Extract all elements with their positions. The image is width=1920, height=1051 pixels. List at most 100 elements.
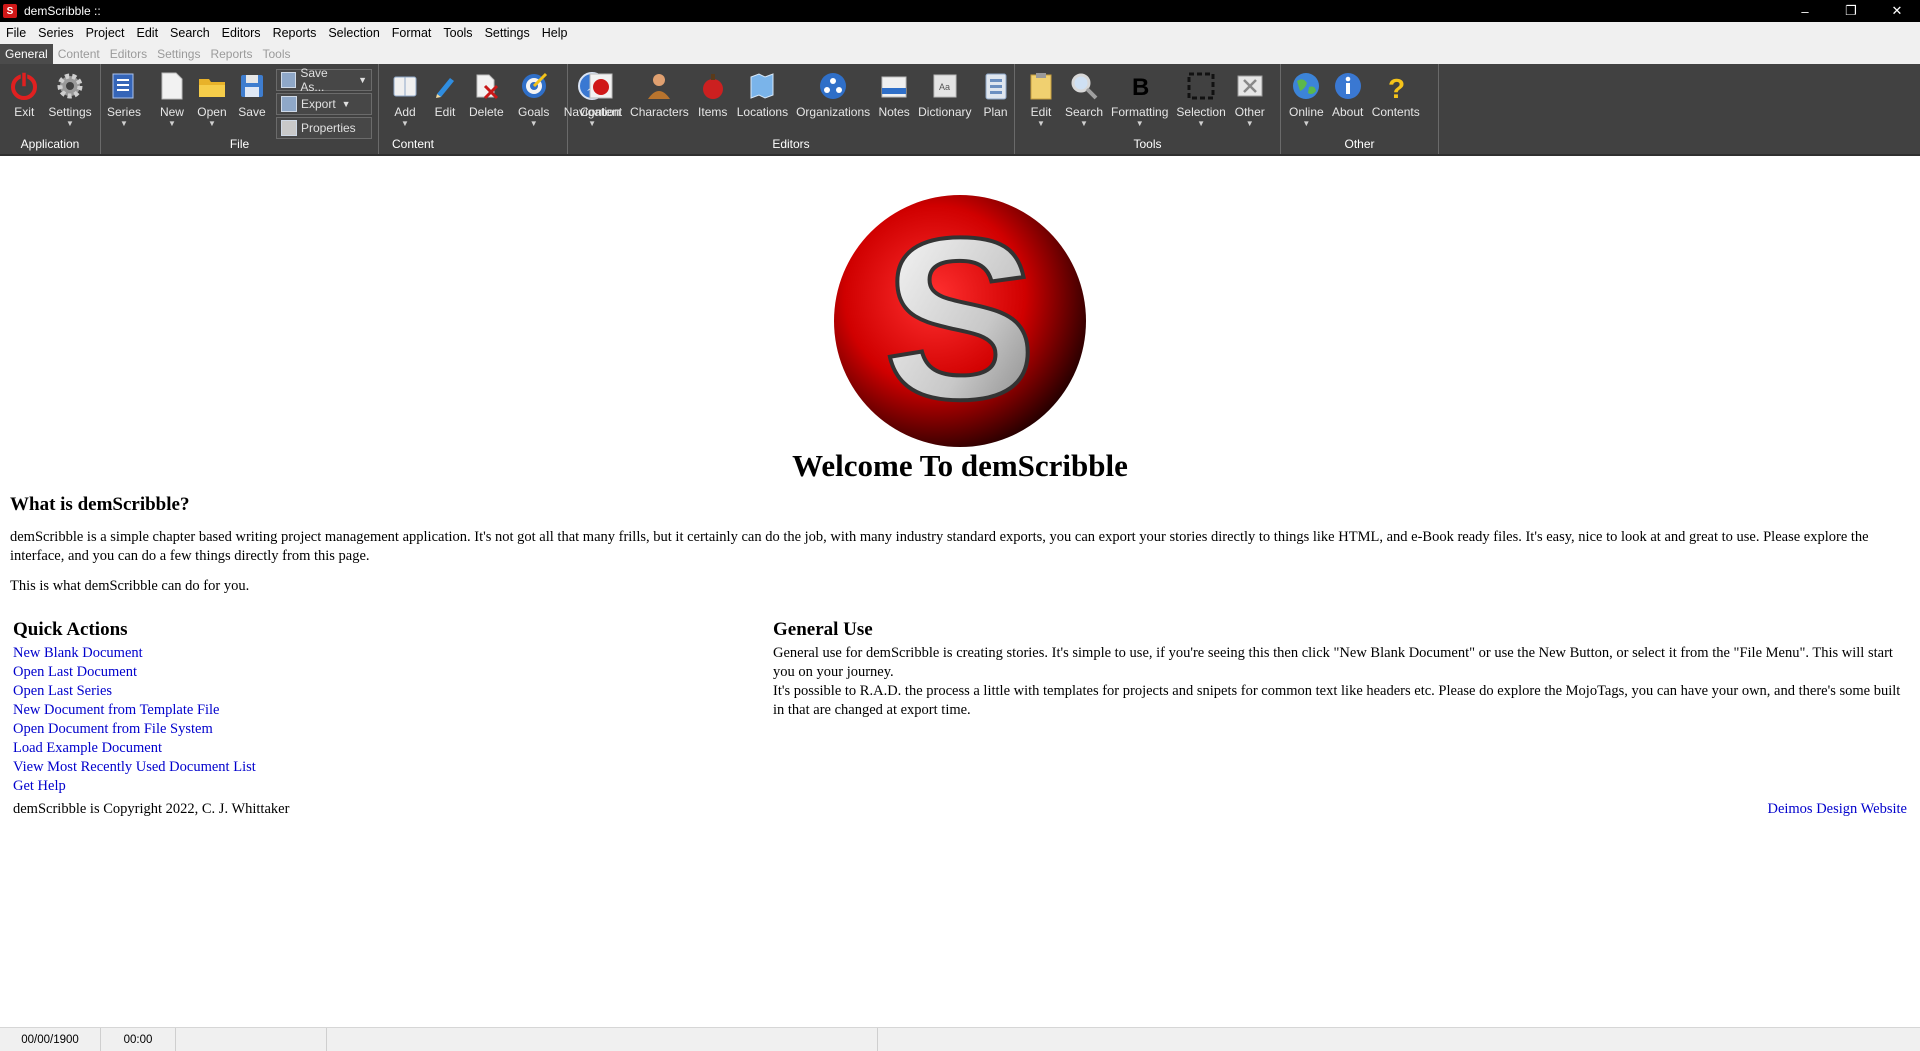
tools-other-button[interactable]: Other ▼ [1230,64,1270,128]
new-button[interactable]: New ▼ [152,64,192,128]
close-button[interactable]: ✕ [1874,0,1920,22]
save-as-button[interactable]: Save As... ▼ [275,66,372,94]
dropdown-arrow-icon: ▼ [401,119,409,128]
menu-series[interactable]: Series [32,22,79,44]
link-new-from-template[interactable]: New Document from Template File [13,701,256,720]
gear-icon [54,70,86,102]
delete-button[interactable]: Delete [465,64,508,119]
editor-locations-button[interactable]: Locations [733,64,792,119]
dropdown-arrow-icon: ▼ [66,119,74,128]
svg-text:S: S [883,193,1036,447]
menu-selection[interactable]: Selection [322,22,385,44]
menu-format[interactable]: Format [386,22,438,44]
export-icon [280,96,297,112]
editor-organizations-button[interactable]: Organizations [792,64,874,119]
tools-selection-button[interactable]: Selection ▼ [1172,64,1229,128]
ribbon-group-editors: Content Characters Items Locations Organ… [568,64,1015,154]
window-title: demScribble :: [24,4,101,18]
tools-edit-button[interactable]: Edit ▼ [1021,64,1061,128]
tab-general[interactable]: General [0,44,53,64]
editor-notes-button[interactable]: Notes [874,64,914,119]
export-button[interactable]: Export ▼ [275,93,372,115]
what-description: demScribble is a simple chapter based wr… [10,529,1869,564]
editor-characters-button[interactable]: Characters [626,64,693,119]
ribbon-group-file: Series ▼ New ▼ Open ▼ Save Save As... ▼ E… [101,64,379,154]
contents-button[interactable]: ? Contents [1368,64,1424,119]
status-date: 00/00/1900 [0,1028,101,1051]
settings-button[interactable]: Settings ▼ [44,64,95,128]
link-open-last-document[interactable]: Open Last Document [13,663,256,682]
welcome-page: S Welcome To demScribble What is demScri… [0,156,1920,1027]
ribbon-group-application: Exit Settings ▼ Application [0,64,101,154]
dropdown-arrow-icon: ▼ [120,119,128,128]
globe-icon [1290,70,1322,102]
link-open-last-series[interactable]: Open Last Series [13,682,256,701]
dropdown-arrow-icon: ▼ [529,119,538,128]
general-use-paragraph-2: It's possible to R.A.D. the process a li… [773,683,1901,718]
link-deimos-website[interactable]: Deimos Design Website [1767,801,1907,818]
minimize-button[interactable]: – [1782,0,1828,22]
power-icon [8,70,40,102]
menu-editors[interactable]: Editors [216,22,267,44]
menu-file[interactable]: File [0,22,32,44]
link-load-example[interactable]: Load Example Document [13,739,256,758]
dropdown-arrow-icon: ▼ [341,99,351,109]
link-new-blank-document[interactable]: New Blank Document [13,644,256,663]
menu-settings[interactable]: Settings [479,22,536,44]
editor-content-button[interactable]: Content [576,64,626,119]
dictionary-icon: Aa [929,70,961,102]
tools-formatting-button[interactable]: B Formatting ▼ [1107,64,1172,128]
menu-edit[interactable]: Edit [131,22,165,44]
menu-help[interactable]: Help [536,22,574,44]
app-icon[interactable]: S [3,4,17,18]
tab-tools[interactable]: Tools [257,44,295,64]
bold-icon: B [1124,70,1156,102]
general-use-paragraph-1: General use for demScribble is creating … [773,645,1893,680]
add-button[interactable]: Add ▼ [385,64,425,128]
tools-search-button[interactable]: Search ▼ [1061,64,1107,128]
menu-bar: File Series Project Edit Search Editors … [0,22,1920,44]
menu-reports[interactable]: Reports [267,22,323,44]
menu-tools[interactable]: Tools [437,22,478,44]
link-view-mru-list[interactable]: View Most Recently Used Document List [13,758,256,777]
properties-icon [280,120,297,136]
restore-button[interactable]: ❐ [1828,0,1874,22]
organization-icon [817,70,849,102]
link-open-from-file-system[interactable]: Open Document from File System [13,720,256,739]
goals-button[interactable]: Goals ▼ [514,64,554,128]
magnifier-icon [1068,70,1100,102]
series-button[interactable]: Series ▼ [103,64,145,128]
question-mark-icon: ? [1380,70,1412,102]
status-panel-4 [327,1028,878,1051]
editor-dictionary-button[interactable]: Aa Dictionary [914,64,975,119]
editor-plan-button[interactable]: Plan [976,64,1016,119]
save-button[interactable]: Save [232,64,272,119]
tab-reports[interactable]: Reports [205,44,257,64]
menu-search[interactable]: Search [164,22,216,44]
title-bar: S demScribble :: – ❐ ✕ [0,0,1920,22]
copyright-text: demScribble is Copyright 2022, C. J. Whi… [13,801,290,817]
link-get-help[interactable]: Get Help [13,777,256,796]
about-button[interactable]: About [1328,64,1368,119]
edit-content-button[interactable]: Edit [425,64,465,119]
pencil-icon [429,70,461,102]
delete-document-icon [470,70,502,102]
target-icon [518,70,550,102]
dropdown-arrow-icon: ▼ [1080,119,1088,128]
tab-settings[interactable]: Settings [152,44,205,64]
tab-editors[interactable]: Editors [105,44,152,64]
online-button[interactable]: Online ▼ [1285,64,1328,128]
properties-button[interactable]: Properties [275,117,372,139]
dropdown-arrow-icon: ▼ [1197,119,1206,128]
menu-project[interactable]: Project [80,22,131,44]
tab-content[interactable]: Content [53,44,105,64]
editor-items-button[interactable]: Items [693,64,733,119]
ribbon-tabs: General Content Editors Settings Reports… [0,44,1920,64]
dropdown-arrow-icon: ▼ [358,75,367,85]
open-button[interactable]: Open ▼ [192,64,232,128]
content-editor-icon [585,70,617,102]
ribbon: Exit Settings ▼ Application Series ▼ New… [0,64,1920,156]
what-heading: What is demScribble? [10,494,190,515]
exit-button[interactable]: Exit [4,64,44,119]
quick-actions-heading: Quick Actions [13,619,128,640]
